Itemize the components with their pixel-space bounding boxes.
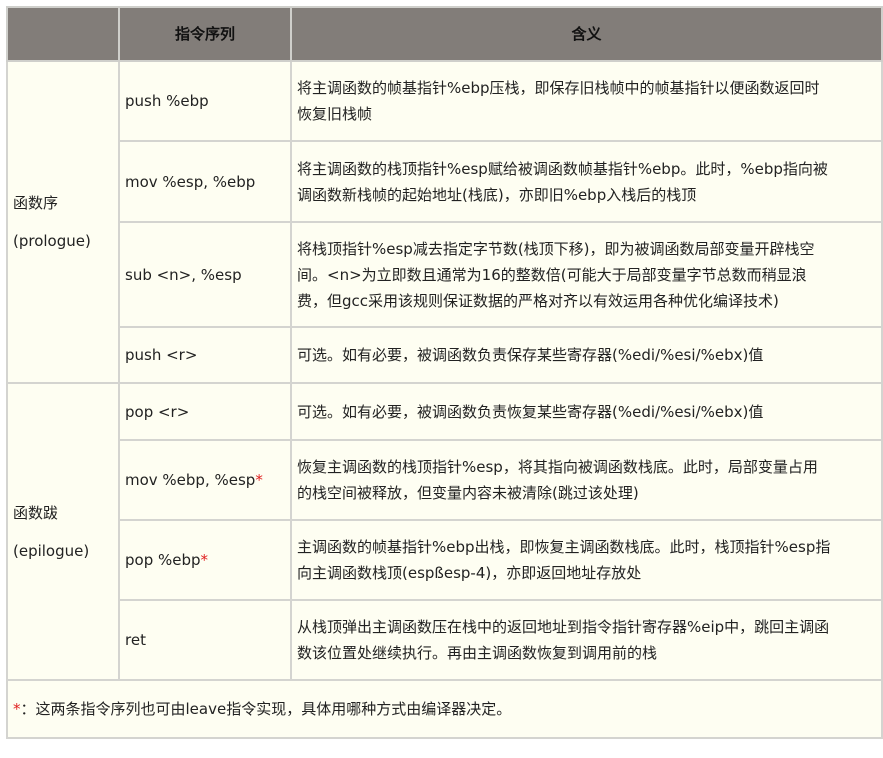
meaning-line: 恢复旧栈帧 bbox=[297, 105, 373, 123]
table-row: mov %esp, %ebp 将主调函数的栈顶指针%esp赋给被调函数帧基指针%e… bbox=[7, 140, 883, 223]
meaning-line: 将主调函数的栈顶指针%esp赋给被调函数帧基指针%ebp。此时，%ebp指向被 bbox=[297, 159, 828, 178]
meaning-line: 可选。如有必要，被调函数负责保存某些寄存器(%edi/%esi/%ebx)值 bbox=[297, 346, 764, 364]
meaning-cell: 从栈顶弹出主调函数压在栈中的返回地址到指令指针寄存器%eip中，跳回主调函 数该位… bbox=[290, 599, 883, 681]
table-row: 函数跋 (epilogue) pop <r> 可选。如有必要，被调函数负责恢复某些寄存… bbox=[6, 382, 883, 681]
instruction-cell: mov %ebp, %esp* bbox=[118, 439, 292, 521]
table-row: mov %ebp, %esp* 恢复主调函数的栈顶指针%esp，将其指向被调函数栈… bbox=[7, 439, 883, 521]
instruction-table: 指令序列 含义 函数序 (prologue) push %ebp 将主调函数的帧基指针… bbox=[6, 6, 883, 739]
instruction-text: mov %ebp, %esp bbox=[125, 471, 256, 489]
group-cell: 函数跋 (epilogue) bbox=[6, 382, 120, 681]
meaning-line: 将主调函数的帧基指针%ebp压栈，即保存旧栈帧中的帧基指针以便函数返回时 bbox=[297, 79, 820, 97]
instruction-cell: pop <r> bbox=[118, 382, 292, 441]
instruction-text: ret bbox=[125, 631, 146, 649]
footnote-row: *：这两条指令序列也可由leave指令实现，具体用哪种方式由编译器决定。 bbox=[6, 679, 883, 739]
meaning-line: 将栈顶指针%esp减去指定字节数(栈顶下移)，即为被调函数局部变量开辟栈空 bbox=[297, 239, 815, 258]
meaning-cell: 恢复主调函数的栈顶指针%esp，将其指向被调函数栈底。此时，局部变量占用 的栈空间… bbox=[290, 439, 883, 521]
group-name: 函数跋 bbox=[13, 503, 59, 522]
meaning-line: 的栈空间被释放，但变量内容未被清除(跳过该处理) bbox=[297, 484, 639, 502]
instruction-text: push <r> bbox=[125, 346, 198, 364]
meaning-cell: 可选。如有必要，被调函数负责保存某些寄存器(%edi/%esi/%ebx)值 bbox=[290, 326, 883, 384]
group-name-en: (epilogue) bbox=[13, 541, 90, 560]
instruction-text: pop <r> bbox=[125, 402, 190, 421]
header-meaning: 含义 bbox=[290, 6, 883, 62]
meaning-cell: 主调函数的帧基指针%ebp出栈，即恢复主调函数栈底。此时，栈顶指针%esp指 向主… bbox=[290, 519, 883, 601]
header-group bbox=[6, 6, 120, 62]
meaning-cell: 可选。如有必要，被调函数负责恢复某些寄存器(%edi/%esi/%ebx)值 bbox=[290, 382, 883, 441]
group-cell: 函数序 (prologue) bbox=[6, 60, 120, 384]
table-row: pop %ebp* 主调函数的帧基指针%ebp出栈，即恢复主调函数栈底。此时，栈顶… bbox=[7, 519, 883, 601]
table-row: ret 从栈顶弹出主调函数压在栈中的返回地址到指令指针寄存器%eip中，跳回主调函… bbox=[7, 599, 883, 681]
table-row: sub <n>, %esp 将栈顶指针%esp减去指定字节数(栈顶下移)，即为被调… bbox=[7, 221, 883, 328]
table-row: push <r> 可选。如有必要，被调函数负责保存某些寄存器(%edi/%esi/… bbox=[7, 326, 883, 384]
meaning-line: 数该位置处继续执行。再由主调函数恢复到调用前的栈 bbox=[297, 644, 658, 662]
footnote-marker: * bbox=[13, 700, 21, 718]
instruction-text: mov %esp, %ebp bbox=[125, 172, 256, 191]
instruction-text: push %ebp bbox=[125, 92, 209, 110]
meaning-cell: 将主调函数的帧基指针%ebp压栈，即保存旧栈帧中的帧基指针以便函数返回时 恢复旧栈… bbox=[290, 60, 883, 142]
instruction-cell: push <r> bbox=[118, 326, 292, 384]
meaning-line: 可选。如有必要，被调函数负责恢复某些寄存器(%edi/%esi/%ebx)值 bbox=[297, 402, 764, 421]
footnote-marker: * bbox=[255, 471, 263, 489]
meaning-line: 恢复主调函数的栈顶指针%esp，将其指向被调函数栈底。此时，局部变量占用 bbox=[297, 458, 818, 476]
instruction-cell: ret bbox=[118, 599, 292, 681]
meaning-cell: 将主调函数的栈顶指针%esp赋给被调函数帧基指针%ebp。此时，%ebp指向被调… bbox=[290, 140, 883, 223]
meaning-line: 间。<n>为立即数且通常为16的整数倍(可能大于局部变量字节总数而稍显浪 bbox=[297, 265, 807, 284]
group-name-en: (prologue) bbox=[13, 232, 91, 250]
meaning-line: 费，但gcc采用该规则保证数据的严格对齐以有效运用各种优化编译技术) bbox=[297, 291, 779, 310]
header-instruction: 指令序列 bbox=[118, 6, 292, 62]
instruction-cell: push %ebp bbox=[118, 60, 292, 142]
footnote-marker: * bbox=[200, 551, 209, 569]
instruction-cell: pop %ebp* bbox=[118, 519, 292, 601]
instruction-text: pop %ebp bbox=[125, 551, 201, 569]
meaning-line: 向主调函数栈顶(espßesp-4)，亦即返回地址存放处 bbox=[297, 564, 642, 582]
instruction-cell: sub <n>, %esp bbox=[118, 221, 292, 328]
table-row: 函数序 (prologue) push %ebp 将主调函数的帧基指针%ebp压栈，即… bbox=[6, 60, 883, 384]
group-name: 函数序 bbox=[13, 194, 59, 212]
meaning-cell: 将栈顶指针%esp减去指定字节数(栈顶下移)，即为被调函数局部变量开辟栈空 间。<… bbox=[290, 221, 883, 328]
instruction-text: sub <n>, %esp bbox=[125, 265, 242, 284]
table-header: 指令序列 含义 bbox=[6, 6, 883, 62]
footnote: *：这两条指令序列也可由leave指令实现，具体用哪种方式由编译器决定。 bbox=[6, 679, 883, 739]
instruction-cell: mov %esp, %ebp bbox=[118, 140, 292, 223]
meaning-line: 主调函数的帧基指针%ebp出栈，即恢复主调函数栈底。此时，栈顶指针%esp指 bbox=[297, 538, 831, 556]
meaning-line: 从栈顶弹出主调函数压在栈中的返回地址到指令指针寄存器%eip中，跳回主调函 bbox=[297, 618, 830, 636]
meaning-line: 调函数新栈帧的起始地址(栈底)，亦即旧%ebp入栈后的栈顶 bbox=[297, 185, 697, 204]
footnote-text: ：这两条指令序列也可由leave指令实现，具体用哪种方式由编译器决定。 bbox=[20, 700, 512, 718]
